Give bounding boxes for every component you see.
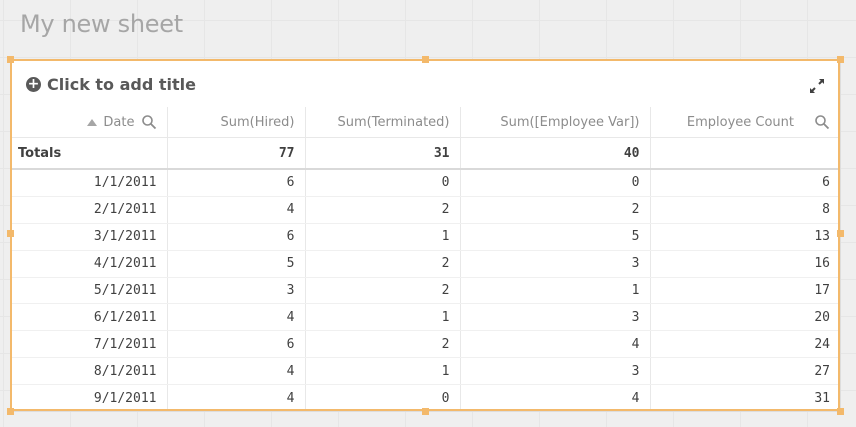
table-cell: 6 — [167, 330, 306, 359]
table-row[interactable]: 5/1/2011 3 2 1 17 — [12, 277, 840, 305]
table-cell: 24 — [650, 330, 840, 359]
resize-handle[interactable] — [837, 408, 844, 415]
resize-handle[interactable] — [837, 230, 844, 237]
plus-circle-icon: + — [26, 76, 41, 92]
resize-handle[interactable] — [422, 408, 429, 415]
table-cell: 2 — [305, 277, 461, 305]
table-cell: 4 — [167, 357, 306, 386]
table-cell: 20 — [650, 303, 840, 332]
add-title-button[interactable]: + Click to add title — [26, 75, 196, 94]
search-icon[interactable] — [141, 114, 157, 130]
resize-handle[interactable] — [837, 56, 844, 63]
header-row: Date Sum(Hired) Sum(Terminated) Sum([Emp… — [12, 107, 840, 138]
table-cell: 17 — [650, 277, 840, 305]
table-cell: 3 — [460, 357, 651, 386]
table-cell: 5 — [167, 250, 306, 278]
table-row[interactable]: 1/1/2011 6 0 0 6 — [12, 169, 840, 197]
resize-handle[interactable] — [7, 230, 14, 237]
table-row[interactable]: 7/1/2011 6 2 4 24 — [12, 330, 840, 359]
table-cell: 3 — [167, 277, 306, 305]
table-cell: 8/1/2011 — [12, 357, 168, 386]
table-cell: 2 — [460, 196, 651, 224]
table-cell: 2 — [305, 196, 461, 224]
column-header-employee-count[interactable]: Employee Count — [650, 107, 840, 138]
table-cell: 4 — [167, 196, 306, 224]
table-cell: 4/1/2011 — [12, 250, 168, 278]
totals-cell — [650, 137, 840, 170]
totals-label: Totals — [12, 137, 168, 170]
table-row[interactable]: 3/1/2011 6 1 5 13 — [12, 223, 840, 251]
table-row[interactable]: 4/1/2011 5 2 3 16 — [12, 250, 840, 278]
table-cell: 0 — [460, 169, 651, 197]
data-table: Date Sum(Hired) Sum(Terminated) Sum([Emp… — [12, 107, 840, 411]
table-row[interactable]: 8/1/2011 4 1 3 27 — [12, 357, 840, 386]
column-header-date[interactable]: Date — [12, 107, 168, 138]
table-cell: 4 — [460, 330, 651, 359]
table-cell: 27 — [650, 357, 840, 386]
table-cell: 2 — [305, 330, 461, 359]
totals-cell: 77 — [167, 137, 306, 170]
table-cell: 13 — [650, 223, 840, 251]
table-cell: 5 — [460, 223, 651, 251]
column-header-sum-terminated[interactable]: Sum(Terminated) — [305, 107, 461, 138]
expand-icon[interactable] — [808, 77, 826, 95]
resize-handle[interactable] — [422, 56, 429, 63]
table-cell: 3/1/2011 — [12, 223, 168, 251]
table-cell: 3 — [460, 303, 651, 332]
column-header-sum-hired[interactable]: Sum(Hired) — [167, 107, 306, 138]
table-cell: 3 — [460, 250, 651, 278]
table-cell: 7/1/2011 — [12, 330, 168, 359]
totals-cell: 31 — [305, 137, 461, 170]
sheet-title: My new sheet — [20, 10, 183, 38]
table-cell: 4 — [460, 384, 651, 411]
table-cell: 2 — [305, 250, 461, 278]
table-cell: 1/1/2011 — [12, 169, 168, 197]
add-title-label: Click to add title — [47, 75, 197, 94]
table-cell: 1 — [460, 277, 651, 305]
table-cell: 16 — [650, 250, 840, 278]
table-cell: 6 — [167, 169, 306, 197]
table-cell: 9/1/2011 — [12, 384, 168, 411]
table-cell: 0 — [305, 384, 461, 411]
table-cell: 6/1/2011 — [12, 303, 168, 332]
table-row[interactable]: 6/1/2011 4 1 3 20 — [12, 303, 840, 332]
totals-cell: 40 — [460, 137, 651, 170]
resize-handle[interactable] — [7, 408, 14, 415]
sort-ascending-icon[interactable] — [87, 118, 98, 126]
table-panel[interactable]: + Click to add title Date Sum(Hired) Sum… — [12, 61, 840, 411]
table-cell: 31 — [650, 384, 840, 411]
table-cell: 8 — [650, 196, 840, 224]
resize-handle[interactable] — [7, 56, 14, 63]
table-cell: 6 — [167, 223, 306, 251]
table-cell: 4 — [167, 384, 306, 411]
table-cell: 1 — [305, 303, 461, 332]
table-cell: 0 — [305, 169, 461, 197]
table-cell: 6 — [650, 169, 840, 197]
search-icon[interactable] — [814, 114, 830, 130]
table-cell: 1 — [305, 357, 461, 386]
table-row[interactable]: 2/1/2011 4 2 2 8 — [12, 196, 840, 224]
panel-header: + Click to add title — [12, 61, 840, 107]
table-cell: 2/1/2011 — [12, 196, 168, 224]
column-header-sum-employee-var[interactable]: Sum([Employee Var]) — [460, 107, 651, 138]
totals-row: Totals 77 31 40 — [12, 137, 840, 170]
table-cell: 1 — [305, 223, 461, 251]
table-cell: 5/1/2011 — [12, 277, 168, 305]
table-cell: 4 — [167, 303, 306, 332]
